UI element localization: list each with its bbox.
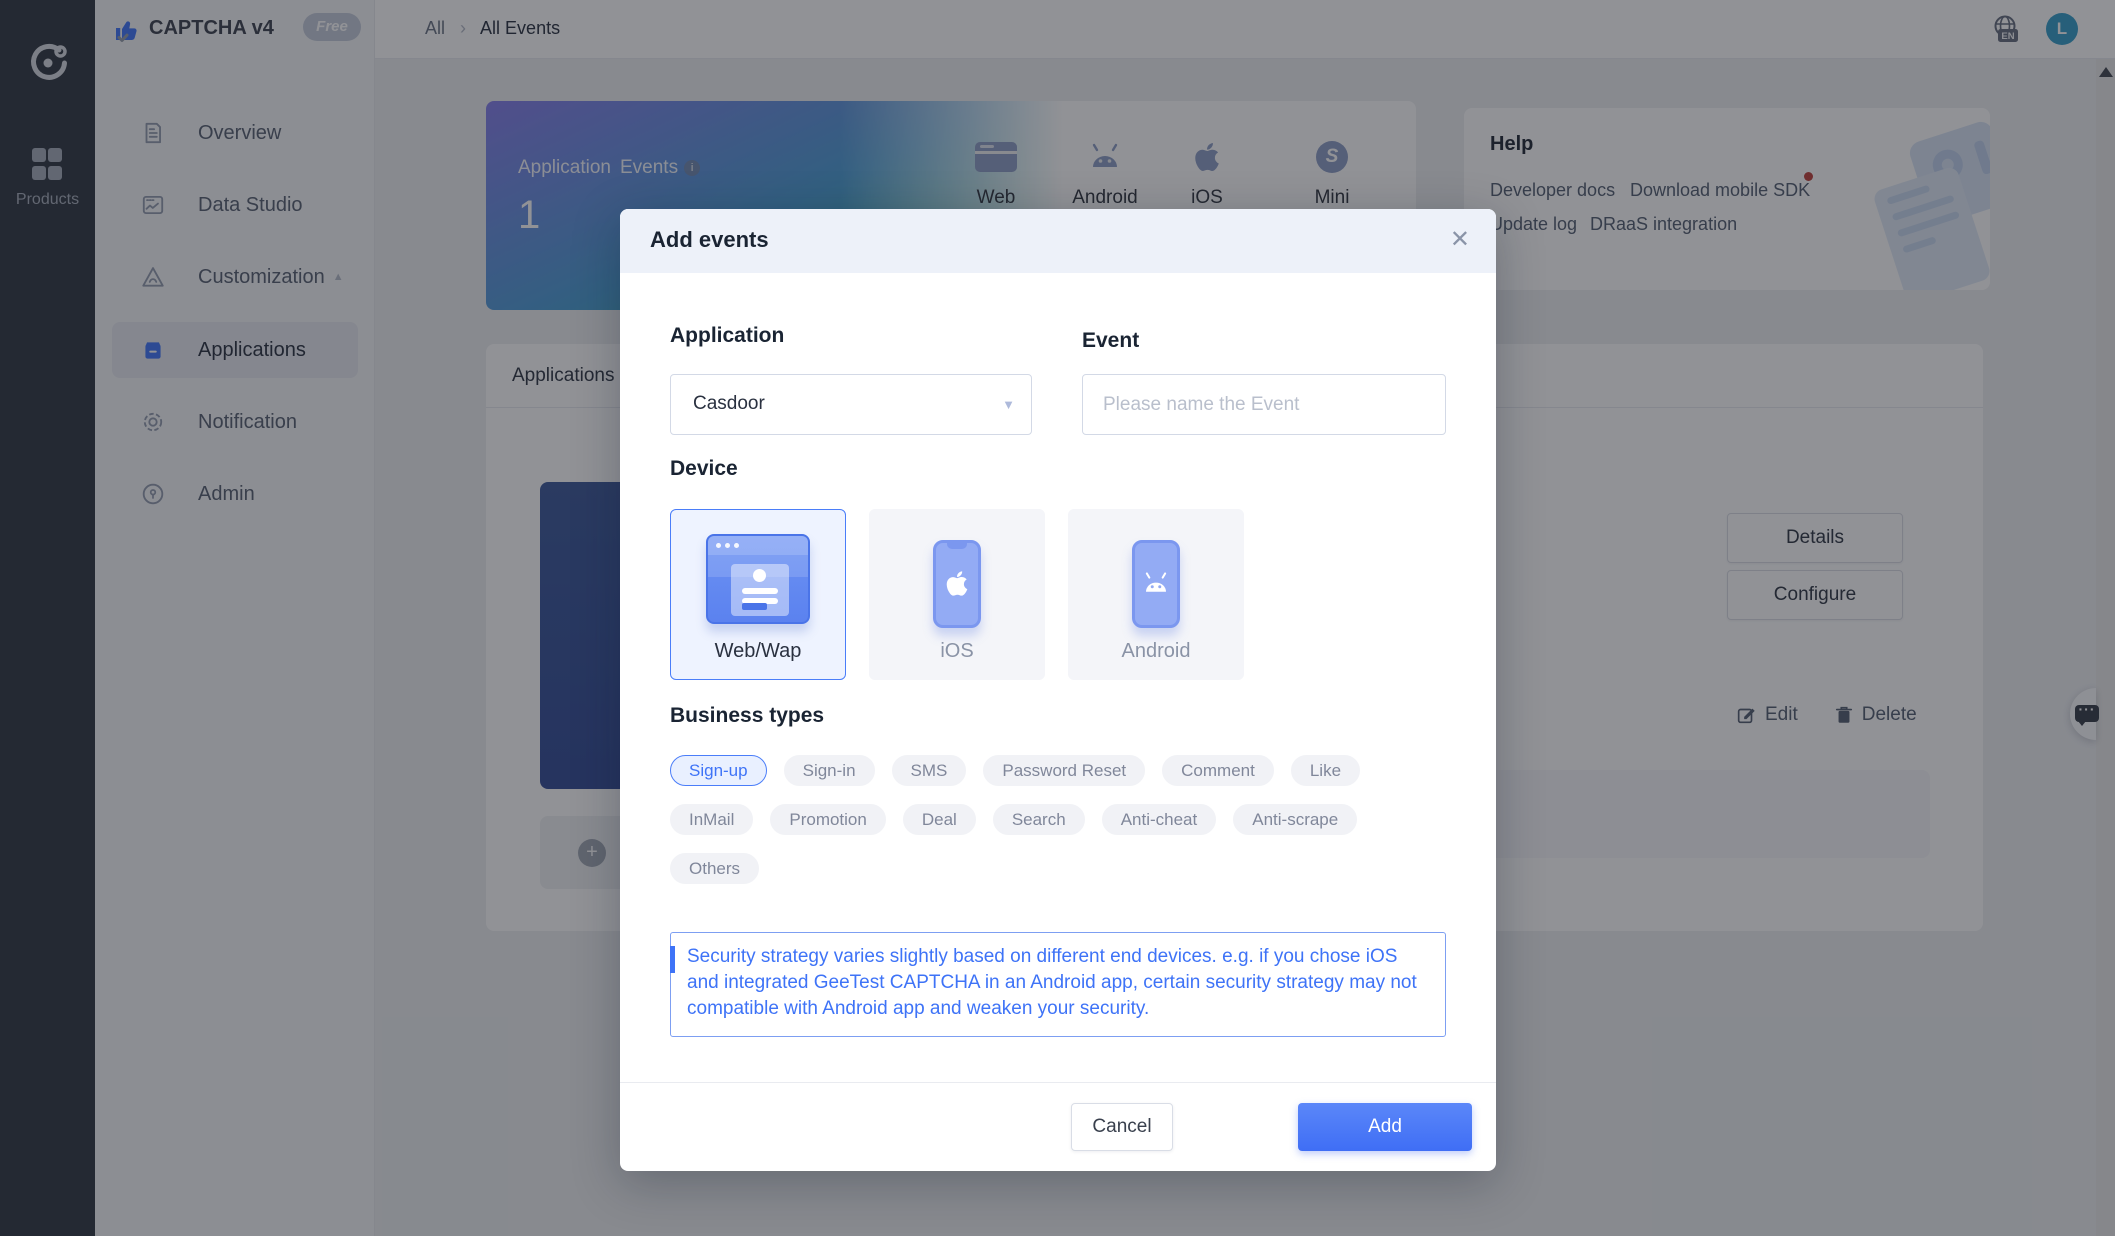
device-label: Device [670, 457, 738, 480]
business-chip-row-2: InMail Promotion Deal Search Anti-cheat … [670, 804, 1358, 835]
chip-deal[interactable]: Deal [902, 804, 976, 835]
device-card-android[interactable]: Android [1068, 509, 1244, 680]
modal-title: Add events [650, 227, 769, 252]
modal-footer: Cancel Add [620, 1082, 1496, 1171]
application-select-value: Casdoor [693, 393, 765, 414]
chip-sign-up[interactable]: Sign-up [670, 755, 767, 786]
chip-anti-cheat[interactable]: Anti-cheat [1101, 804, 1217, 835]
note-text: Security strategy varies slightly based … [687, 946, 1417, 1019]
browser-device-icon [706, 534, 810, 624]
add-button[interactable]: Add [1298, 1103, 1472, 1151]
note-accent-bar [670, 946, 675, 973]
chip-sms[interactable]: SMS [891, 755, 967, 786]
chip-others[interactable]: Others [670, 853, 760, 884]
add-events-modal: Add events ✕ Application Event Casdoor ▼… [620, 209, 1496, 1171]
application-select[interactable]: Casdoor ▼ [670, 374, 1032, 435]
iphone-device-icon [933, 540, 981, 628]
chip-anti-scrape[interactable]: Anti-scrape [1233, 804, 1358, 835]
chip-comment[interactable]: Comment [1162, 755, 1274, 786]
security-note: Security strategy varies slightly based … [670, 932, 1446, 1037]
business-chip-row-3: Others [670, 853, 760, 884]
application-label: Application [670, 324, 785, 347]
screen: Products CAPTCHA v4 Free Overview Data S… [0, 0, 2115, 1236]
android-device-icon [1132, 540, 1180, 628]
business-chip-row-1: Sign-up Sign-in SMS Password Reset Comme… [670, 755, 1361, 786]
close-icon[interactable]: ✕ [1450, 226, 1470, 254]
chip-sign-in[interactable]: Sign-in [783, 755, 875, 786]
chip-search[interactable]: Search [992, 804, 1085, 835]
device-card-ios[interactable]: iOS [869, 509, 1045, 680]
chip-password-reset[interactable]: Password Reset [983, 755, 1146, 786]
business-types-label: Business types [670, 704, 825, 727]
chevron-down-icon: ▼ [1002, 397, 1015, 412]
event-label: Event [1082, 329, 1140, 352]
event-name-input[interactable] [1082, 374, 1446, 435]
chip-inmail[interactable]: InMail [670, 804, 754, 835]
device-card-webwap[interactable]: Web/Wap [670, 509, 846, 680]
cancel-button[interactable]: Cancel [1071, 1103, 1173, 1151]
modal-header: Add events ✕ [620, 209, 1496, 273]
chip-promotion[interactable]: Promotion [770, 804, 886, 835]
chip-like[interactable]: Like [1290, 755, 1361, 786]
